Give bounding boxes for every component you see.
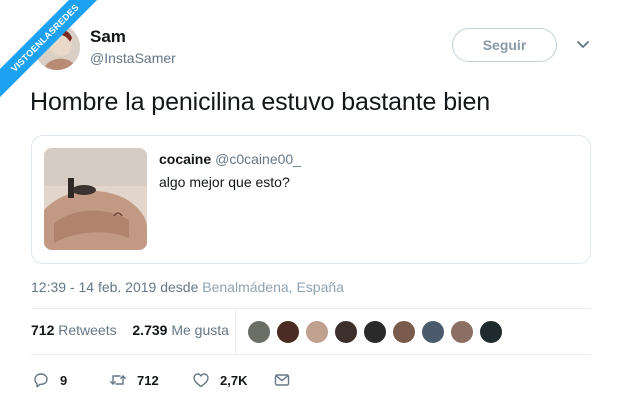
divider-top [31,308,591,309]
location-link[interactable]: Benalmádena, España [202,279,344,295]
tweet-text: Hombre la penicilina estuvo bastante bie… [30,88,491,116]
tweet-metadata: 12:39 - 14 feb. 2019 desde Benalmádena, … [31,279,344,295]
liker-avatar[interactable] [450,320,474,344]
quoted-tweet[interactable]: cocaine @c0caine00_ algo mejor que esto? [31,135,591,264]
liker-avatar[interactable] [305,320,329,344]
quoted-media-thumbnail[interactable] [44,148,147,250]
likes-label[interactable]: Me gusta [171,322,229,338]
tweet-card: VISTOENLASREDES Sam @InstaSamer Seguir H… [0,0,635,415]
follow-button[interactable]: Seguir [452,28,557,62]
timestamp[interactable]: 12:39 - 14 feb. 2019 [31,279,156,295]
quoted-media-image [44,148,147,250]
liker-avatar[interactable] [276,320,300,344]
retweet-button[interactable]: 712 [109,370,159,390]
reply-icon [34,373,48,388]
likes-count[interactable]: 2.739 [132,322,167,338]
heart-icon [193,373,209,388]
liker-avatar[interactable] [392,320,416,344]
stats-separator [235,310,236,354]
liker-avatar[interactable] [479,320,503,344]
like-button[interactable]: 2,7K [192,370,247,390]
retweets-label[interactable]: Retweets [58,322,116,338]
direct-message-button[interactable] [273,370,291,390]
retweet-count: 712 [137,372,159,388]
reply-count: 9 [60,372,68,388]
author-name[interactable]: Sam [90,27,126,47]
reply-button[interactable]: 9 [32,370,67,390]
retweet-icon [110,375,126,385]
liker-avatar[interactable] [421,320,445,344]
message-icon [274,374,290,386]
quoted-tweet-text: algo mejor que esto? [159,174,290,190]
author-handle[interactable]: @InstaSamer [90,50,176,66]
divider-bottom [31,354,591,355]
chevron-down-icon[interactable] [574,38,592,52]
from-label: desde [160,279,199,295]
quoted-author-handle: @c0caine00_ [215,151,301,167]
retweets-count[interactable]: 712 [31,322,54,338]
like-count: 2,7K [220,372,248,388]
liker-avatar[interactable] [334,320,358,344]
quoted-author: cocaine @c0caine00_ [159,151,301,167]
tweet-stats: 712 Retweets 2.739 Me gusta [31,322,229,338]
liker-avatar[interactable] [247,320,271,344]
liker-avatar[interactable] [363,320,387,344]
quoted-author-name: cocaine [159,151,212,167]
